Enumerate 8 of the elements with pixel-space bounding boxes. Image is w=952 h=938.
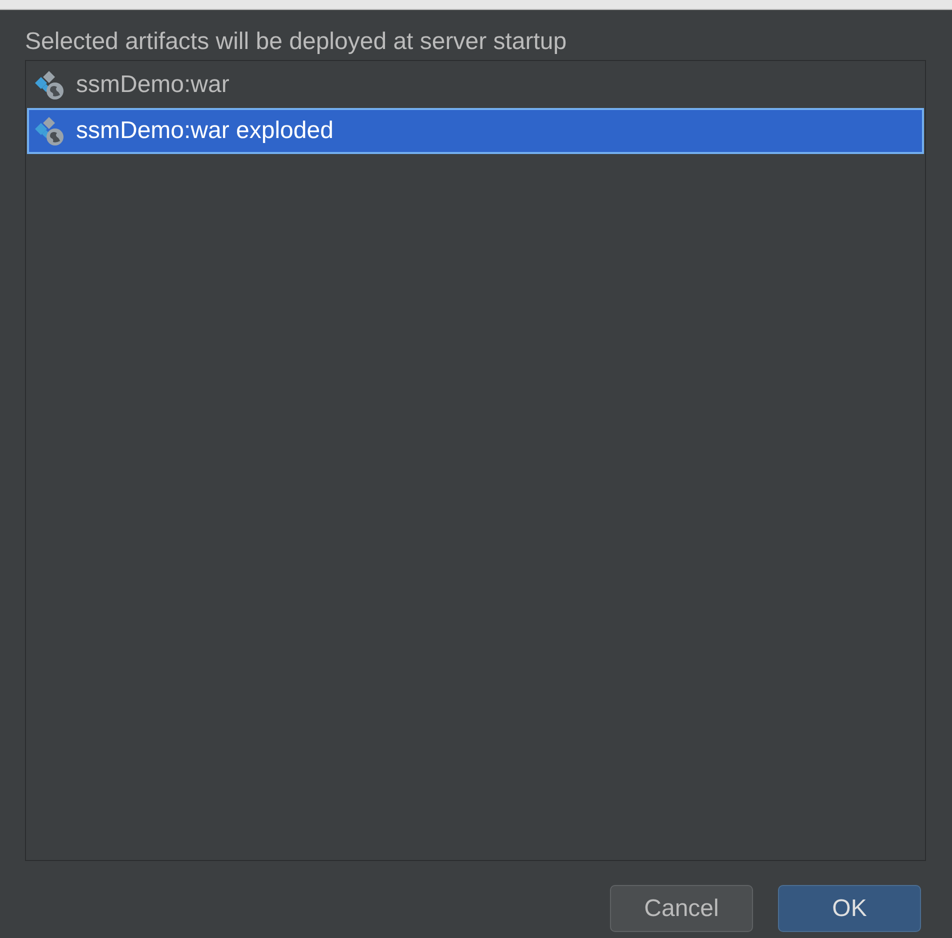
artifact-list-item[interactable]: ssmDemo:war	[27, 62, 924, 108]
artifact-list[interactable]: ssmDemo:war ssmDemo:war exploded	[25, 60, 926, 861]
artifact-icon	[34, 116, 64, 146]
artifact-icon	[34, 70, 64, 100]
instruction-label: Selected artifacts will be deployed at server startup	[25, 28, 567, 55]
cancel-button[interactable]: Cancel	[610, 885, 753, 932]
ok-button[interactable]: OK	[778, 885, 921, 932]
artifact-list-item[interactable]: ssmDemo:war exploded	[27, 108, 924, 154]
